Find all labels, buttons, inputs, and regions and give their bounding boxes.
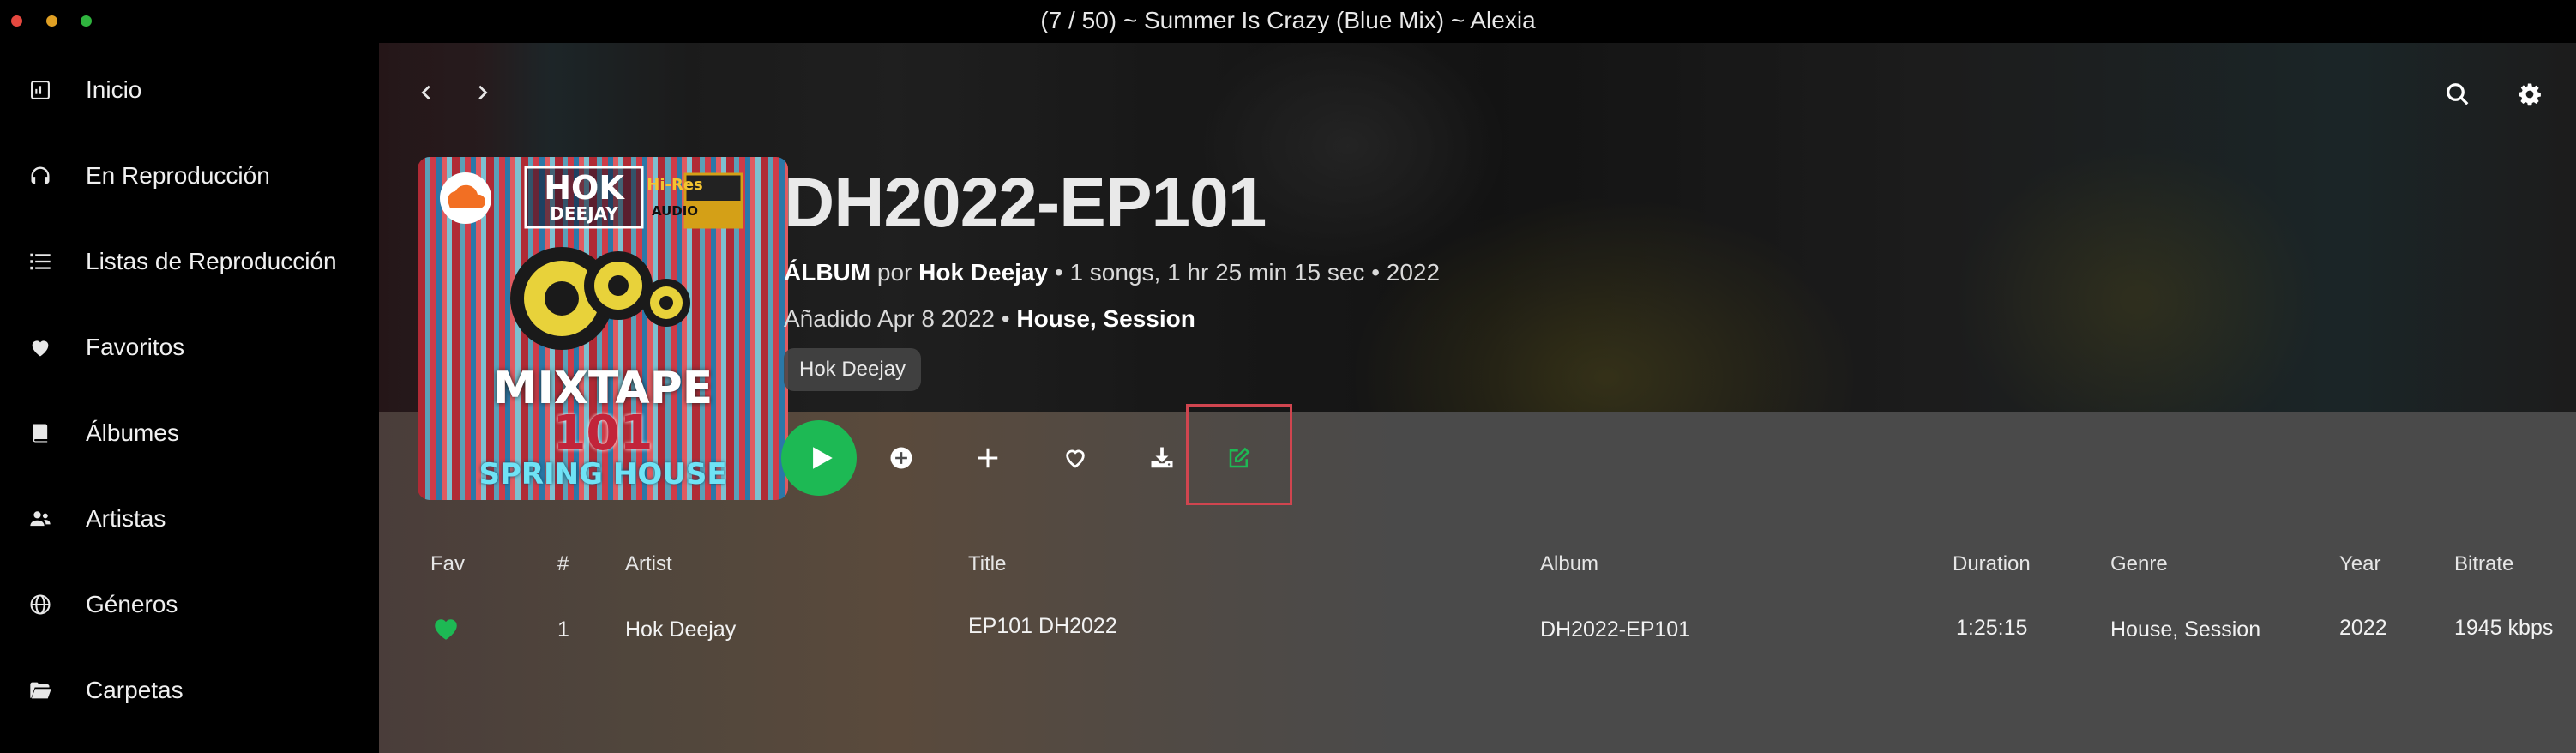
sidebar-item-label: Artistas xyxy=(86,505,166,532)
sidebar-item-favoritos[interactable]: Favoritos xyxy=(0,304,379,390)
track-title[interactable]: EP101 DH2022 xyxy=(968,614,1117,639)
title-bar: (7 / 50) ~ Summer Is Crazy (Blue Mix) ~ … xyxy=(0,0,2576,43)
sidebar-item-generos[interactable]: Géneros xyxy=(0,562,379,648)
folder-icon xyxy=(26,676,55,705)
album-cover[interactable]: HOK DEEJAY Hi-Res AUDIO MIXTAPE 101 SPRI… xyxy=(418,157,788,500)
favorite-heart-icon[interactable] xyxy=(430,614,461,643)
cover-logo-text: HOK xyxy=(544,169,624,207)
search-button[interactable] xyxy=(2441,77,2475,111)
home-icon xyxy=(26,75,55,105)
column-header-number[interactable]: # xyxy=(557,552,569,576)
sidebar-item-label: Favoritos xyxy=(86,334,185,360)
download-icon xyxy=(1151,447,1173,468)
search-icon xyxy=(2447,83,2469,105)
list-icon xyxy=(26,247,55,276)
album-added-date: Añadido Apr 8 2022 • xyxy=(784,305,1010,332)
sidebar-item-label: Carpetas xyxy=(86,677,184,703)
column-header-genre[interactable]: Genre xyxy=(2110,552,2168,576)
sidebar-item-label: Géneros xyxy=(86,591,178,617)
chevron-left-icon xyxy=(421,85,430,100)
track-bitrate: 1945 kbps xyxy=(2454,616,2554,640)
cover-logo-sub: DEEJAY xyxy=(550,203,618,224)
settings-button[interactable] xyxy=(2513,77,2547,111)
album-genres: House, Session xyxy=(1016,305,1195,332)
sidebar-item-carpetas[interactable]: Carpetas xyxy=(0,648,379,733)
sidebar-item-label: En Reproducción xyxy=(86,162,270,189)
globe-icon xyxy=(26,590,55,619)
album-title: DH2022-EP101 xyxy=(784,164,1267,242)
column-header-artist[interactable]: Artist xyxy=(625,552,672,576)
sidebar: Inicio En Reproducción Listas de Reprodu… xyxy=(0,43,379,753)
forward-button[interactable] xyxy=(465,75,499,110)
track-year: 2022 xyxy=(2339,616,2387,640)
album-by-word: por xyxy=(876,259,912,286)
column-header-bitrate[interactable]: Bitrate xyxy=(2454,552,2513,576)
sidebar-item-en-reproduccion[interactable]: En Reproducción xyxy=(0,133,379,219)
users-icon xyxy=(26,504,55,533)
track-genre: House, Session xyxy=(2110,617,2261,642)
track-album[interactable]: DH2022-EP101 xyxy=(1540,617,1690,642)
column-header-fav[interactable]: Fav xyxy=(430,552,465,576)
gear-icon xyxy=(2519,83,2541,106)
album-artist-link[interactable]: Hok Deejay xyxy=(918,259,1048,286)
sidebar-item-listas[interactable]: Listas de Reproducción xyxy=(0,219,379,304)
sidebar-item-label: Álbumes xyxy=(86,419,179,446)
track-duration: 1:25:15 xyxy=(1956,616,2028,640)
chevron-right-icon xyxy=(478,85,488,100)
play-icon xyxy=(812,447,833,469)
track-number: 1 xyxy=(557,617,569,642)
album-view: HOK DEEJAY Hi-Res AUDIO MIXTAPE 101 SPRI… xyxy=(379,43,2576,753)
add-to-queue-button[interactable] xyxy=(969,439,1007,477)
back-button[interactable] xyxy=(410,75,444,110)
cover-number: 101 xyxy=(552,406,653,461)
artist-chip[interactable]: Hok Deejay xyxy=(784,348,922,391)
column-header-album[interactable]: Album xyxy=(1540,552,1598,576)
cover-hires-text: Hi-Res xyxy=(647,176,703,194)
edit-button-highlight xyxy=(1186,404,1292,505)
sidebar-item-inicio[interactable]: Inicio xyxy=(0,47,379,133)
plus-circle-icon xyxy=(890,447,912,469)
cover-hires-sub: AUDIO xyxy=(651,203,699,219)
play-button[interactable] xyxy=(781,420,857,496)
column-header-title[interactable]: Title xyxy=(968,552,1006,576)
book-icon xyxy=(26,419,55,448)
sidebar-item-label: Inicio xyxy=(86,76,142,103)
sidebar-item-label: Listas de Reproducción xyxy=(86,248,337,274)
heart-icon xyxy=(26,333,55,362)
track-artist[interactable]: Hok Deejay xyxy=(625,617,736,642)
album-stats: • 1 songs, 1 hr 25 min 15 sec • 2022 xyxy=(1054,259,1441,286)
column-header-year[interactable]: Year xyxy=(2339,552,2381,576)
headphones-icon xyxy=(26,161,55,190)
plus-icon xyxy=(978,448,998,468)
window-title: (7 / 50) ~ Summer Is Crazy (Blue Mix) ~ … xyxy=(1040,7,1536,33)
download-button[interactable] xyxy=(1143,439,1181,477)
sidebar-item-artistas[interactable]: Artistas xyxy=(0,476,379,562)
column-header-duration[interactable]: Duration xyxy=(1953,552,2031,576)
cover-subtitle: SPRING HOUSE xyxy=(478,457,727,491)
heart-outline-icon xyxy=(1066,449,1085,468)
play-next-button[interactable] xyxy=(882,439,920,477)
album-meta-line: ÁLBUM por Hok Deejay • 1 songs, 1 hr 25 … xyxy=(784,259,1440,286)
favorite-button[interactable] xyxy=(1056,439,1094,477)
album-added-line: Añadido Apr 8 2022 • House, Session xyxy=(784,305,1195,333)
album-type-label: ÁLBUM xyxy=(784,259,871,286)
sidebar-item-albumes[interactable]: Álbumes xyxy=(0,390,379,476)
